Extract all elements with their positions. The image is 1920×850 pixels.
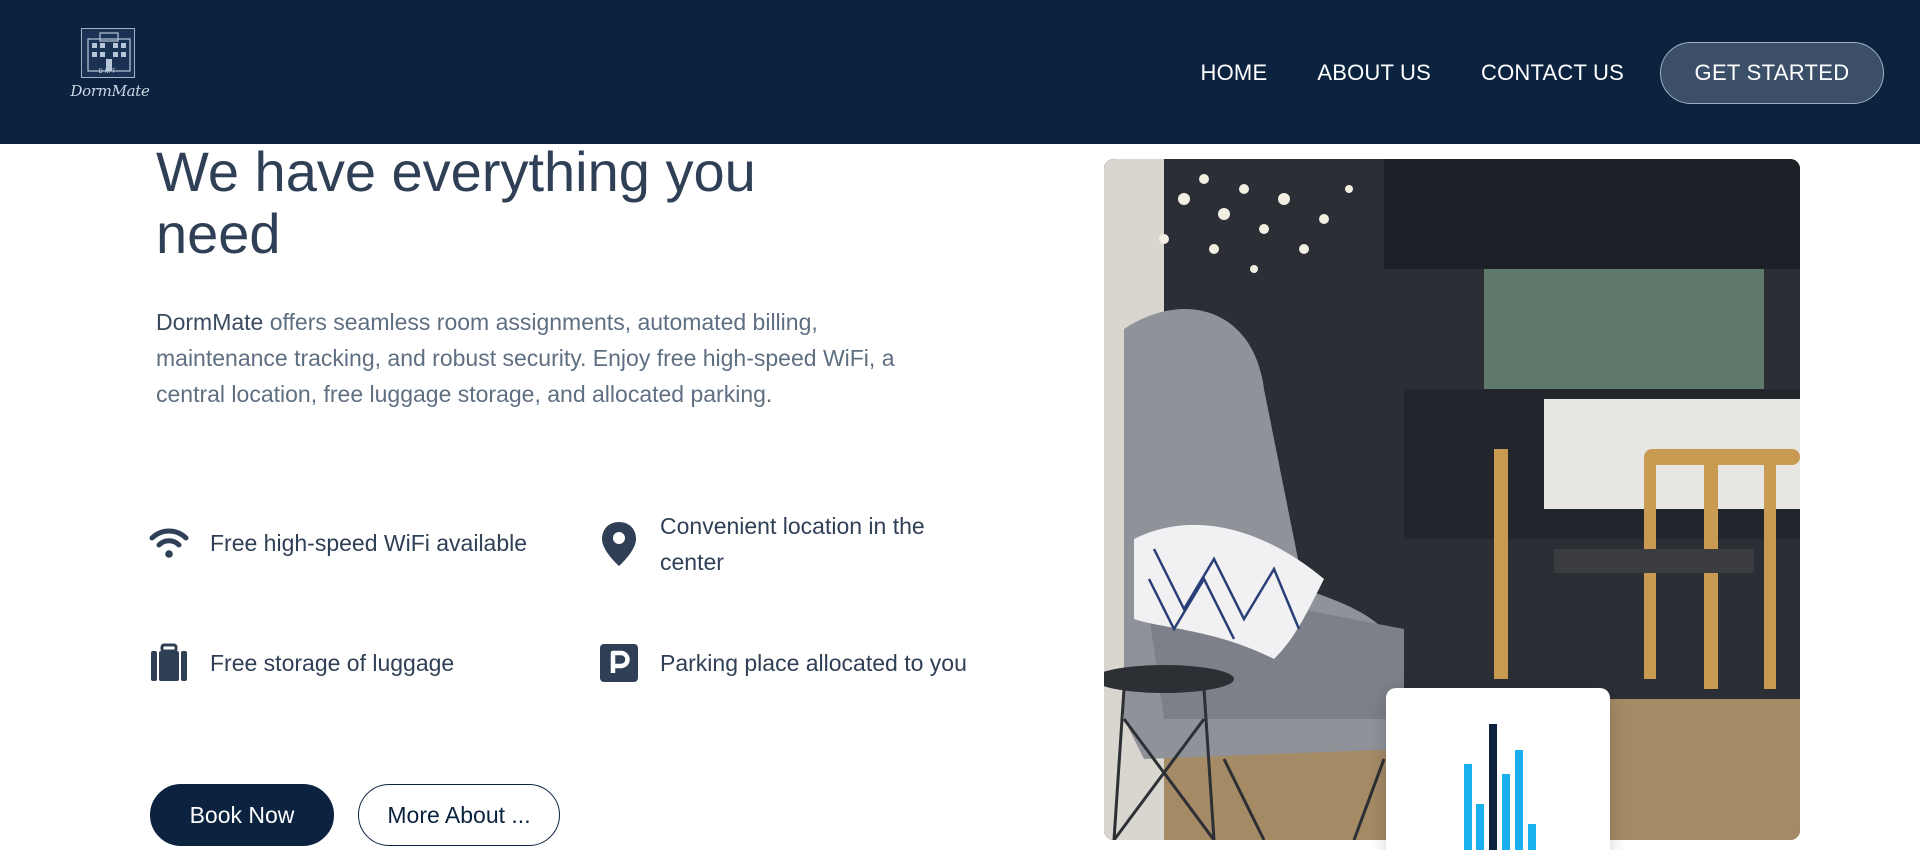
feature-wifi: Free high-speed WiFi available [148,522,527,564]
more-about-button[interactable]: More About ... [358,784,560,846]
get-started-button[interactable]: GET STARTED [1660,42,1884,104]
page-title: We have everything you need [156,140,756,265]
feature-label: Free high-speed WiFi available [210,530,528,556]
bar-chart-icon [1464,724,1536,850]
nav-about-us[interactable]: ABOUT US [1317,60,1431,86]
logo[interactable]: DMT DormMate [68,26,152,106]
location-pin-icon [598,522,640,566]
main-nav: HOME ABOUT US CONTACT US GET STARTED [1201,42,1884,104]
description-text: offers seamless room assignments, automa… [156,309,895,407]
logo-wordmark: DormMate [70,82,150,100]
feature-luggage: Free storage of luggage [148,642,454,684]
site-header: DMT DormMate HOME ABOUT US CONTACT US GE… [0,0,1920,144]
hero-description: DormMate offers seamless room assignment… [156,304,896,412]
stats-card [1386,688,1610,850]
feature-parking: Parking place allocated to you [598,642,967,684]
feature-label: Convenient location in the center [660,513,925,575]
nav-home[interactable]: HOME [1201,60,1268,86]
luggage-icon [148,642,190,684]
book-now-button[interactable]: Book Now [150,784,334,846]
nav-contact-us[interactable]: CONTACT US [1481,60,1624,86]
feature-label: Free storage of luggage [210,650,455,676]
feature-label: Parking place allocated to you [660,650,967,676]
feature-location: Convenient location in the center [598,508,960,580]
brand-name: DormMate [156,309,264,335]
parking-icon [598,642,640,684]
wifi-icon [148,522,190,564]
logo-abbreviation: DMT [98,69,118,75]
